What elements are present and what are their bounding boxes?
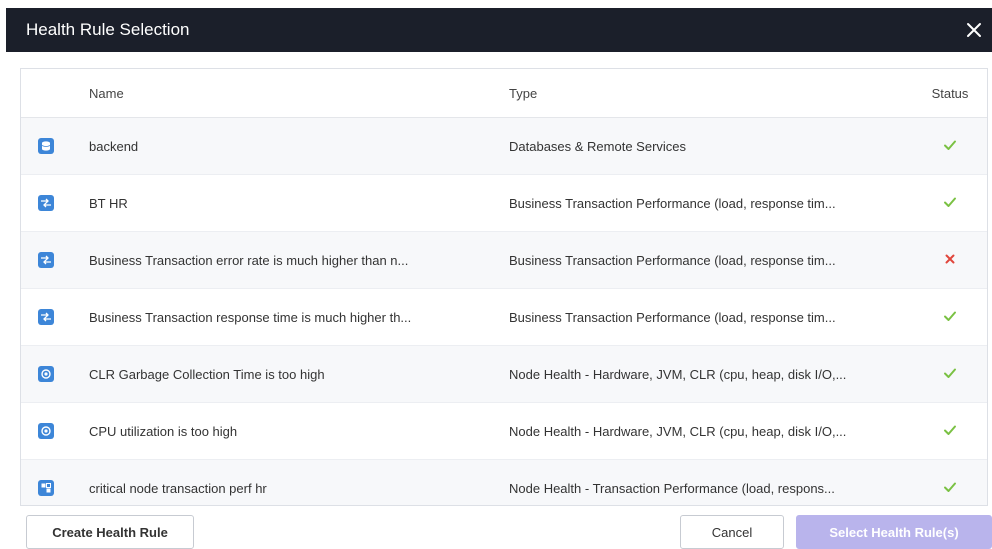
row-status-cell bbox=[913, 138, 987, 155]
column-header-status[interactable]: Status bbox=[913, 86, 987, 101]
table-row[interactable]: critical node transaction perf hr Node He… bbox=[21, 460, 987, 505]
row-name: CPU utilization is too high bbox=[89, 423, 238, 439]
node-health-icon bbox=[38, 366, 54, 382]
node-health-icon bbox=[38, 423, 54, 439]
row-status-cell bbox=[913, 366, 987, 383]
row-name: BT HR bbox=[89, 195, 128, 211]
row-type: Business Transaction Performance (load, … bbox=[509, 195, 836, 211]
check-icon bbox=[943, 366, 957, 383]
business-transaction-icon bbox=[38, 195, 54, 211]
row-name: backend bbox=[89, 138, 139, 154]
row-name: Business Transaction response time is mu… bbox=[89, 309, 412, 325]
dialog-titlebar: Health Rule Selection bbox=[6, 8, 992, 52]
row-status-cell bbox=[913, 309, 987, 326]
dialog-title: Health Rule Selection bbox=[26, 20, 190, 39]
table-body: backend Databases & Remote Services BT HR B… bbox=[21, 118, 987, 505]
row-status-cell bbox=[913, 423, 987, 440]
column-header-name[interactable]: Name bbox=[71, 86, 495, 101]
error-x-icon bbox=[943, 252, 957, 269]
table-row[interactable]: CLR Garbage Collection Time is too high N… bbox=[21, 346, 987, 403]
row-icon-cell bbox=[21, 480, 71, 496]
row-icon-cell bbox=[21, 195, 71, 211]
table-row[interactable]: Business Transaction error rate is much … bbox=[21, 232, 987, 289]
row-icon-cell bbox=[21, 423, 71, 439]
row-type: Node Health - Transaction Performance (l… bbox=[509, 480, 835, 496]
row-icon-cell bbox=[21, 138, 71, 154]
row-name: critical node transaction perf hr bbox=[89, 480, 267, 496]
row-name: CLR Garbage Collection Time is too high bbox=[89, 366, 325, 382]
table-row[interactable]: CPU utilization is too high Node Health -… bbox=[21, 403, 987, 460]
business-transaction-icon bbox=[38, 252, 54, 268]
column-header-type[interactable]: Type bbox=[495, 86, 913, 101]
row-type: Business Transaction Performance (load, … bbox=[509, 309, 836, 325]
row-icon-cell bbox=[21, 252, 71, 268]
table-row[interactable]: backend Databases & Remote Services bbox=[21, 118, 987, 175]
check-icon bbox=[943, 195, 957, 212]
row-name: Business Transaction error rate is much … bbox=[89, 252, 409, 268]
row-status-cell bbox=[913, 252, 987, 269]
health-rule-table: Name Type Status backend Databases & Remo… bbox=[20, 68, 988, 506]
row-type: Databases & Remote Services bbox=[509, 138, 687, 154]
select-health-rules-button[interactable]: Select Health Rule(s) bbox=[796, 515, 992, 549]
cancel-button[interactable]: Cancel bbox=[680, 515, 784, 549]
check-icon bbox=[943, 480, 957, 497]
check-icon bbox=[943, 138, 957, 155]
check-icon bbox=[943, 309, 957, 326]
node-transaction-icon bbox=[38, 480, 54, 496]
row-type: Node Health - Hardware, JVM, CLR (cpu, h… bbox=[509, 366, 847, 382]
row-status-cell bbox=[913, 195, 987, 212]
row-icon-cell bbox=[21, 309, 71, 325]
table-header: Name Type Status bbox=[21, 69, 987, 118]
row-type: Node Health - Hardware, JVM, CLR (cpu, h… bbox=[509, 423, 847, 439]
row-icon-cell bbox=[21, 366, 71, 382]
business-transaction-icon bbox=[38, 309, 54, 325]
top-strip bbox=[0, 0, 992, 8]
database-icon bbox=[38, 138, 54, 154]
row-type: Business Transaction Performance (load, … bbox=[509, 252, 836, 268]
table-row[interactable]: Business Transaction response time is mu… bbox=[21, 289, 987, 346]
check-icon bbox=[943, 423, 957, 440]
create-health-rule-button[interactable]: Create Health Rule bbox=[26, 515, 194, 549]
close-icon[interactable] bbox=[962, 18, 986, 42]
dialog-body: Name Type Status backend Databases & Remo… bbox=[6, 52, 992, 543]
row-status-cell bbox=[913, 480, 987, 497]
table-row[interactable]: BT HR Business Transaction Performance (l… bbox=[21, 175, 987, 232]
